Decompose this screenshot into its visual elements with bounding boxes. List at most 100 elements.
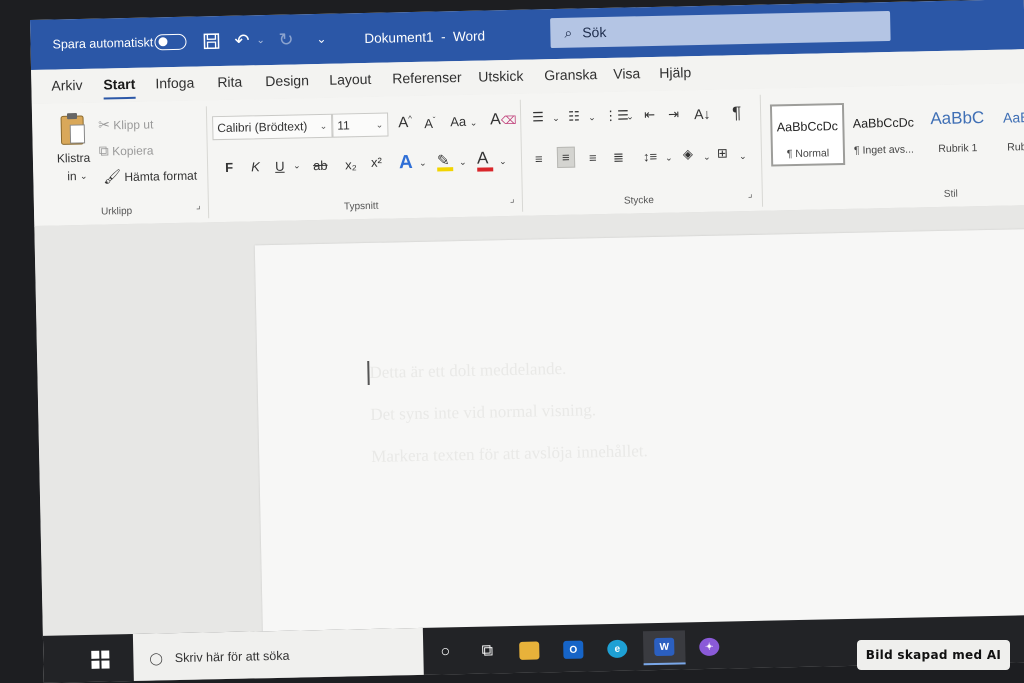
underline-button[interactable]: U	[275, 159, 285, 174]
ribbon: Klistra in ⌄ ✂ Klipp ut ⧉ Kopiera 🖌 Hämt…	[31, 83, 1024, 227]
tab-granska[interactable]: Granska	[544, 66, 597, 83]
document-canvas: Detta är ett dolt meddelande. Det syns i…	[34, 205, 1024, 636]
screen: Spara automatiskt ↶ ⌄ ↻ ⌄ Dokument1 - Wo…	[30, 0, 1024, 683]
save-icon[interactable]	[202, 16, 221, 66]
line-spacing-dropdown-icon[interactable]: ⌄	[665, 153, 673, 164]
ai-generated-badge: Bild skapad med AI	[857, 640, 1010, 670]
paste-dropdown[interactable]: in ⌄	[67, 169, 88, 183]
line-spacing-icon[interactable]: ↕≡	[643, 149, 657, 164]
tab-design[interactable]: Design	[265, 72, 309, 89]
italic-button[interactable]: K	[251, 159, 260, 174]
outlook-icon[interactable]: O	[555, 632, 592, 667]
justify-icon[interactable]: ≣	[613, 150, 624, 166]
tab-infoga[interactable]: Infoga	[155, 75, 194, 92]
show-formatting-icon[interactable]: ¶	[732, 103, 742, 123]
tab-start[interactable]: Start	[103, 76, 135, 93]
clipboard-launcher-icon[interactable]: ⌟	[196, 200, 201, 211]
tab-visa[interactable]: Visa	[613, 65, 640, 82]
copy-button[interactable]: ⧉ Kopiera	[99, 141, 154, 159]
paste-label[interactable]: Klistra	[57, 151, 91, 166]
borders-icon[interactable]: ⊞	[717, 145, 728, 161]
styles-group-label: Stil	[943, 188, 958, 200]
paste-icon	[60, 113, 86, 145]
font-group-label: Typsnitt	[343, 200, 379, 213]
format-painter-button[interactable]: 🖌 Hämta format	[103, 167, 197, 186]
bold-button[interactable]: F	[225, 160, 233, 175]
shading-icon[interactable]: ◈	[683, 146, 693, 162]
document-page[interactable]: Detta är ett dolt meddelande. Det syns i…	[254, 228, 1024, 636]
paragraph-launcher-icon[interactable]: ⌟	[748, 189, 753, 200]
paste-button[interactable]	[58, 111, 89, 148]
document-line[interactable]: Detta är ett dolt meddelande.	[369, 359, 566, 383]
bullets-dropdown-icon[interactable]: ⌄	[552, 113, 560, 124]
file-explorer-icon[interactable]	[511, 633, 548, 668]
cortana-icon[interactable]: ○	[427, 635, 464, 670]
paragraph-group-label: Stycke	[623, 194, 655, 207]
font-launcher-icon[interactable]: ⌟	[510, 194, 515, 205]
text-effects-button[interactable]: A	[399, 152, 413, 174]
highlight-button[interactable]: ✎	[436, 151, 454, 172]
copy-icon: ⧉	[98, 142, 109, 159]
style-normal[interactable]: AaBbCcDc ¶ Normal	[769, 102, 846, 167]
tab-layout[interactable]: Layout	[329, 71, 371, 88]
sort-icon[interactable]: A↓	[694, 106, 711, 122]
search-placeholder: Sök	[582, 23, 607, 41]
document-title: Dokument1 - Word	[364, 27, 486, 46]
clear-formatting-icon[interactable]: A⌫	[490, 111, 517, 130]
undo-icon[interactable]: ↶	[234, 15, 250, 65]
underline-dropdown-icon[interactable]: ⌄	[293, 160, 301, 171]
align-right-icon[interactable]: ≡	[589, 150, 597, 165]
font-color-button[interactable]: A	[477, 148, 494, 172]
highlighter-icon: ✎	[436, 152, 450, 170]
align-center-icon[interactable]: ≡	[556, 146, 575, 168]
windows-start-icon[interactable]	[91, 650, 110, 669]
customize-qat-icon[interactable]: ⌄	[316, 14, 327, 64]
style-no-spacing[interactable]: AaBbCcDc ¶ Inget avs...	[846, 101, 921, 165]
text-effects-dropdown-icon[interactable]: ⌄	[419, 158, 427, 169]
word-icon[interactable]: W	[642, 630, 686, 666]
style-heading-2[interactable]: AaB Rub	[992, 99, 1024, 162]
superscript-button[interactable]: x²	[371, 155, 382, 170]
shading-dropdown-icon[interactable]: ⌄	[703, 152, 711, 163]
cut-button[interactable]: ✂ Klipp ut	[98, 115, 153, 133]
search-box[interactable]: ⌕ Sök	[550, 10, 891, 49]
multilevel-dropdown-icon[interactable]: ⌄	[626, 111, 634, 122]
style-heading-1[interactable]: AaBbC Rubrik 1	[920, 100, 995, 164]
search-icon: ◯	[149, 651, 163, 666]
numbering-dropdown-icon[interactable]: ⌄	[588, 112, 596, 123]
align-left-icon[interactable]: ≡	[535, 151, 543, 166]
tab-referenser[interactable]: Referenser	[392, 69, 462, 86]
search-icon: ⌕	[564, 24, 573, 41]
decrease-indent-icon[interactable]: ⇤	[644, 107, 655, 123]
scissors-icon: ✂	[98, 116, 111, 133]
font-name-field[interactable]: Calibri (Brödtext) ⌄	[212, 113, 333, 141]
subscript-button[interactable]: x₂	[345, 157, 357, 172]
bullets-icon[interactable]: ☰	[532, 109, 544, 125]
autosave-label: Spara automatiskt	[52, 35, 154, 52]
edge-icon[interactable]: e	[599, 631, 636, 666]
autosave-toggle[interactable]	[154, 33, 187, 51]
copilot-icon[interactable]: ✦	[691, 630, 728, 665]
tab-arkiv[interactable]: Arkiv	[51, 77, 82, 94]
shrink-font-button[interactable]: Aˇ	[424, 116, 436, 132]
redo-icon[interactable]: ↻	[278, 14, 294, 64]
taskbar-search[interactable]: ◯ Skriv här för att söka	[132, 627, 424, 683]
borders-dropdown-icon[interactable]: ⌄	[739, 151, 747, 162]
strikethrough-button[interactable]: ab	[313, 158, 328, 173]
numbering-icon[interactable]: ☷	[568, 109, 580, 125]
tab-utskick[interactable]: Utskick	[478, 68, 523, 85]
task-view-icon[interactable]: ⧉	[469, 634, 506, 669]
increase-indent-icon[interactable]: ⇥	[668, 106, 679, 122]
styles-gallery: AaBbCcDc ¶ Normal AaBbCcDc ¶ Inget avs..…	[769, 99, 1024, 171]
grow-font-button[interactable]: A^	[398, 114, 412, 131]
font-color-dropdown-icon[interactable]: ⌄	[499, 156, 507, 167]
document-line[interactable]: Markera texten för att avslöja innehålle…	[371, 441, 648, 467]
font-size-field[interactable]: 11 ⌄	[332, 112, 389, 138]
taskbar-search-placeholder: Skriv här för att söka	[174, 648, 290, 666]
undo-dropdown-icon[interactable]: ⌄	[256, 15, 265, 65]
tab-hjalp[interactable]: Hjälp	[659, 64, 691, 81]
highlight-dropdown-icon[interactable]: ⌄	[459, 157, 467, 168]
tab-rita[interactable]: Rita	[217, 74, 242, 91]
document-line[interactable]: Det syns inte vid normal visning.	[370, 400, 596, 425]
change-case-button[interactable]: Aa ⌄	[450, 114, 477, 129]
